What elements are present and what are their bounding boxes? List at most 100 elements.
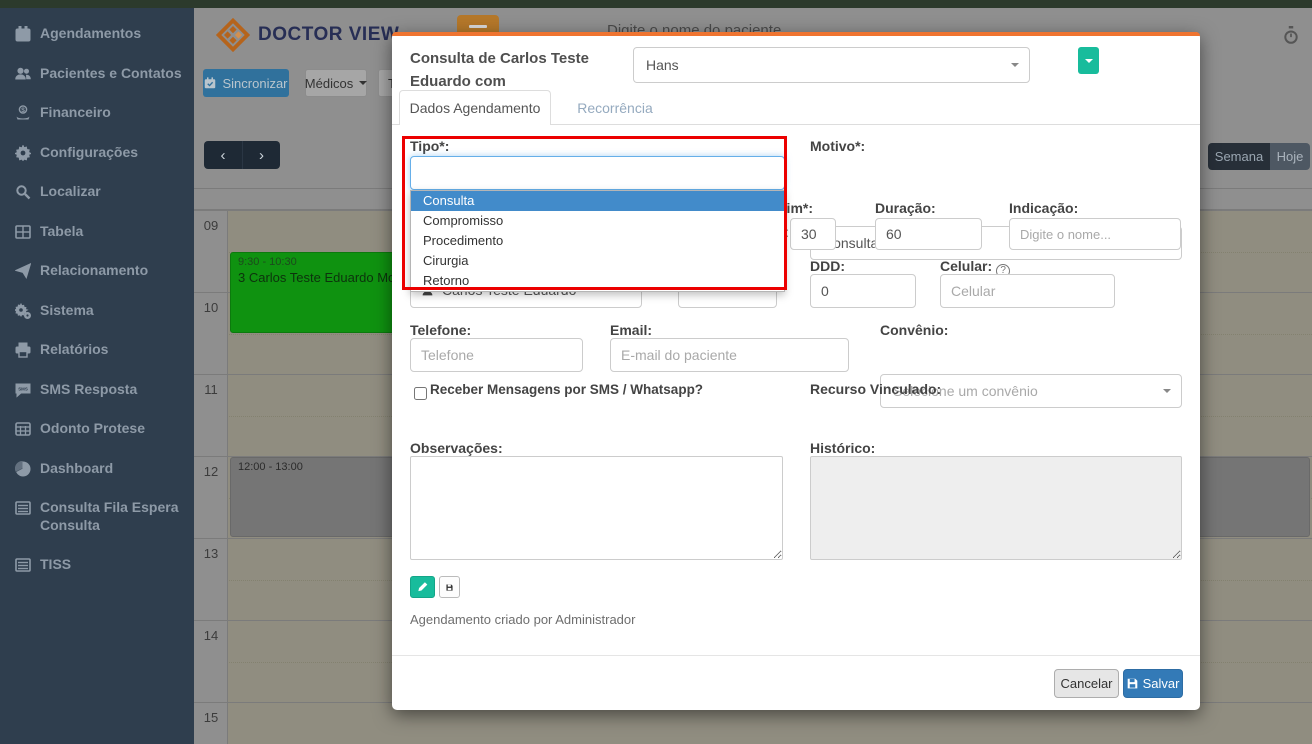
cancel-button[interactable]: Cancelar: [1054, 669, 1119, 698]
modal-tabs: Dados Agendamento Recorrência: [392, 90, 1200, 125]
sms-comment-icon: SMS: [15, 382, 31, 398]
list-icon: [15, 500, 31, 516]
sidebar-item-label: Configurações: [40, 144, 138, 162]
gear-icon: [15, 145, 31, 161]
indicacao-input[interactable]: [1009, 218, 1181, 250]
hour-label: 14: [194, 628, 228, 643]
tipo-option-cirurgia[interactable]: Cirurgia: [411, 251, 784, 271]
sidebar-item-label: Pacientes e Contatos: [40, 65, 182, 83]
calendar-next-button[interactable]: ›: [242, 141, 280, 169]
printer-icon: [15, 342, 31, 358]
modal-footer: Cancelar Salvar: [392, 655, 1200, 710]
calendar-nav: ‹ ›: [204, 141, 280, 169]
sidebar-item-label: Financeiro: [40, 104, 111, 122]
sidebar-item-sms-resposta[interactable]: SMS SMS Resposta: [0, 370, 194, 410]
hamburger-icon: [469, 25, 487, 28]
historico-textarea: [810, 456, 1182, 560]
sidebar: Agendamentos Pacientes e Contatos $ Fina…: [0, 8, 194, 744]
grid-icon: [15, 421, 31, 437]
ddd-input[interactable]: [810, 274, 916, 308]
sidebar-item-relacionamento[interactable]: Relacionamento: [0, 251, 194, 291]
search-icon: [15, 184, 31, 200]
edit-button[interactable]: [410, 576, 435, 598]
sidebar-item-pacientes[interactable]: Pacientes e Contatos: [0, 54, 194, 94]
browser-top-strip: [0, 0, 1312, 8]
convenio-label: Convênio:: [880, 322, 948, 338]
calendar-sync-icon: [204, 77, 216, 89]
svg-text:SMS: SMS: [18, 386, 28, 391]
hour-label: 11: [194, 382, 228, 397]
logo-text: DOCTOR VIEW: [258, 24, 399, 46]
telefone-input[interactable]: [410, 338, 583, 372]
tipo-combobox-input[interactable]: [410, 156, 785, 190]
sidebar-item-financeiro[interactable]: $ Financeiro: [0, 93, 194, 133]
stopwatch-icon[interactable]: [1282, 26, 1300, 46]
semana-view-button[interactable]: Semana: [1208, 143, 1270, 170]
list-icon: [15, 557, 31, 573]
money-hand-icon: $: [15, 105, 31, 121]
hour-label: 12: [194, 464, 228, 479]
tipo-dropdown-list: Consulta Compromisso Procedimento Cirurg…: [410, 190, 785, 292]
app-logo: DOCTOR VIEW: [216, 18, 399, 52]
motivo-label: Motivo*:: [810, 138, 865, 154]
table-icon: [15, 224, 31, 240]
sidebar-item-relatorios[interactable]: Relatórios: [0, 330, 194, 370]
sidebar-item-label: TISS: [40, 556, 71, 574]
professional-select[interactable]: Hans: [633, 47, 1030, 83]
sidebar-item-dashboard[interactable]: Dashboard: [0, 449, 194, 489]
sidebar-item-agendamentos[interactable]: Agendamentos: [0, 14, 194, 54]
sidebar-item-tabela[interactable]: Tabela: [0, 212, 194, 252]
tipo-option-consulta[interactable]: Consulta: [411, 191, 784, 211]
sidebar-item-label: Sistema: [40, 302, 94, 320]
caret-down-icon: [359, 81, 367, 85]
tipo-label: Tipo*:: [410, 138, 449, 154]
tipo-option-compromisso[interactable]: Compromisso: [411, 211, 784, 231]
tipo-option-procedimento[interactable]: Procedimento: [411, 231, 784, 251]
fim-time-separator: :: [785, 224, 789, 240]
floppy-icon: [1127, 678, 1138, 689]
send-icon: [15, 263, 31, 279]
sidebar-item-label: Relacionamento: [40, 262, 148, 280]
observacoes-label: Observações:: [410, 440, 503, 456]
calendar-prev-button[interactable]: ‹: [204, 141, 242, 169]
sidebar-item-odonto-protese[interactable]: Odonto Protese: [0, 409, 194, 449]
sidebar-item-configuracoes[interactable]: Configurações: [0, 133, 194, 173]
observacoes-textarea[interactable]: [410, 456, 783, 560]
fim-minutes-input[interactable]: [790, 218, 836, 250]
sidebar-item-consulta-fila-espera[interactable]: Consulta Fila Espera Consulta: [0, 488, 194, 545]
tab-recorrencia[interactable]: Recorrência: [560, 90, 670, 125]
celular-input[interactable]: [940, 274, 1115, 308]
sincronizar-button[interactable]: Sincronizar: [203, 69, 289, 97]
modal-title: Consulta de Carlos Teste Eduardo com: [410, 48, 650, 93]
sms-whatsapp-checkbox[interactable]: [414, 387, 427, 400]
pie-chart-icon: [15, 461, 31, 477]
sms-whatsapp-label[interactable]: Receber Mensagens por SMS / Whatsapp?: [430, 382, 703, 397]
app-root: Agendamentos Pacientes e Contatos $ Fina…: [0, 0, 1312, 744]
hour-label: 13: [194, 546, 228, 561]
caret-down-icon: [1011, 63, 1019, 67]
save-mini-button[interactable]: [439, 576, 460, 598]
telefone-label: Telefone:: [410, 322, 471, 338]
email-label: Email:: [610, 322, 652, 338]
hoje-button[interactable]: Hoje: [1270, 143, 1310, 170]
historico-label: Histórico:: [810, 440, 875, 456]
doctor-view-logo-icon: [216, 18, 250, 52]
sidebar-item-localizar[interactable]: Localizar: [0, 172, 194, 212]
duracao-input[interactable]: [875, 218, 982, 250]
gears-icon: [15, 303, 31, 319]
sidebar-item-label: Relatórios: [40, 341, 108, 359]
email-input[interactable]: [610, 338, 849, 372]
medicos-dropdown-button[interactable]: Médicos: [305, 69, 367, 97]
svg-text:$: $: [21, 107, 25, 114]
tipo-option-retorno[interactable]: Retorno: [411, 271, 784, 291]
indicacao-label: Indicação:: [1009, 200, 1078, 216]
calendar-view-buttons: Semana Hoje: [1208, 143, 1310, 170]
calendar-icon: [15, 26, 31, 42]
sidebar-item-label: SMS Resposta: [40, 381, 137, 399]
sidebar-item-label: Localizar: [40, 183, 101, 201]
save-button[interactable]: Salvar: [1123, 669, 1183, 698]
sidebar-item-sistema[interactable]: Sistema: [0, 291, 194, 331]
professional-actions-dropdown-button[interactable]: [1078, 47, 1099, 74]
tab-dados-agendamento[interactable]: Dados Agendamento: [399, 90, 551, 125]
sidebar-item-tiss[interactable]: TISS: [0, 545, 194, 585]
